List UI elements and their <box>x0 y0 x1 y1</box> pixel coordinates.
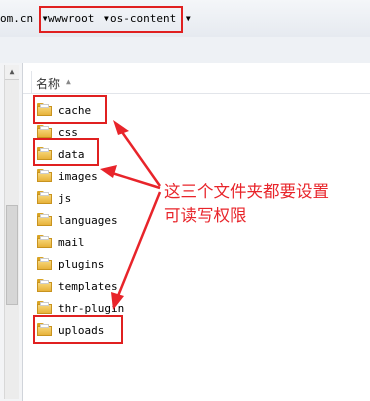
arrowhead-icon <box>111 292 124 310</box>
annotation-line-2: 可读写权限 <box>164 206 247 225</box>
annotation-line-1: 这三个文件夹都要设置 <box>164 182 329 201</box>
annotation-note: 这三个文件夹都要设置 可读写权限 <box>164 180 364 228</box>
arrowhead-icon <box>113 120 129 135</box>
arrow-to-uploads <box>116 191 162 297</box>
arrowhead-icon <box>100 165 117 178</box>
